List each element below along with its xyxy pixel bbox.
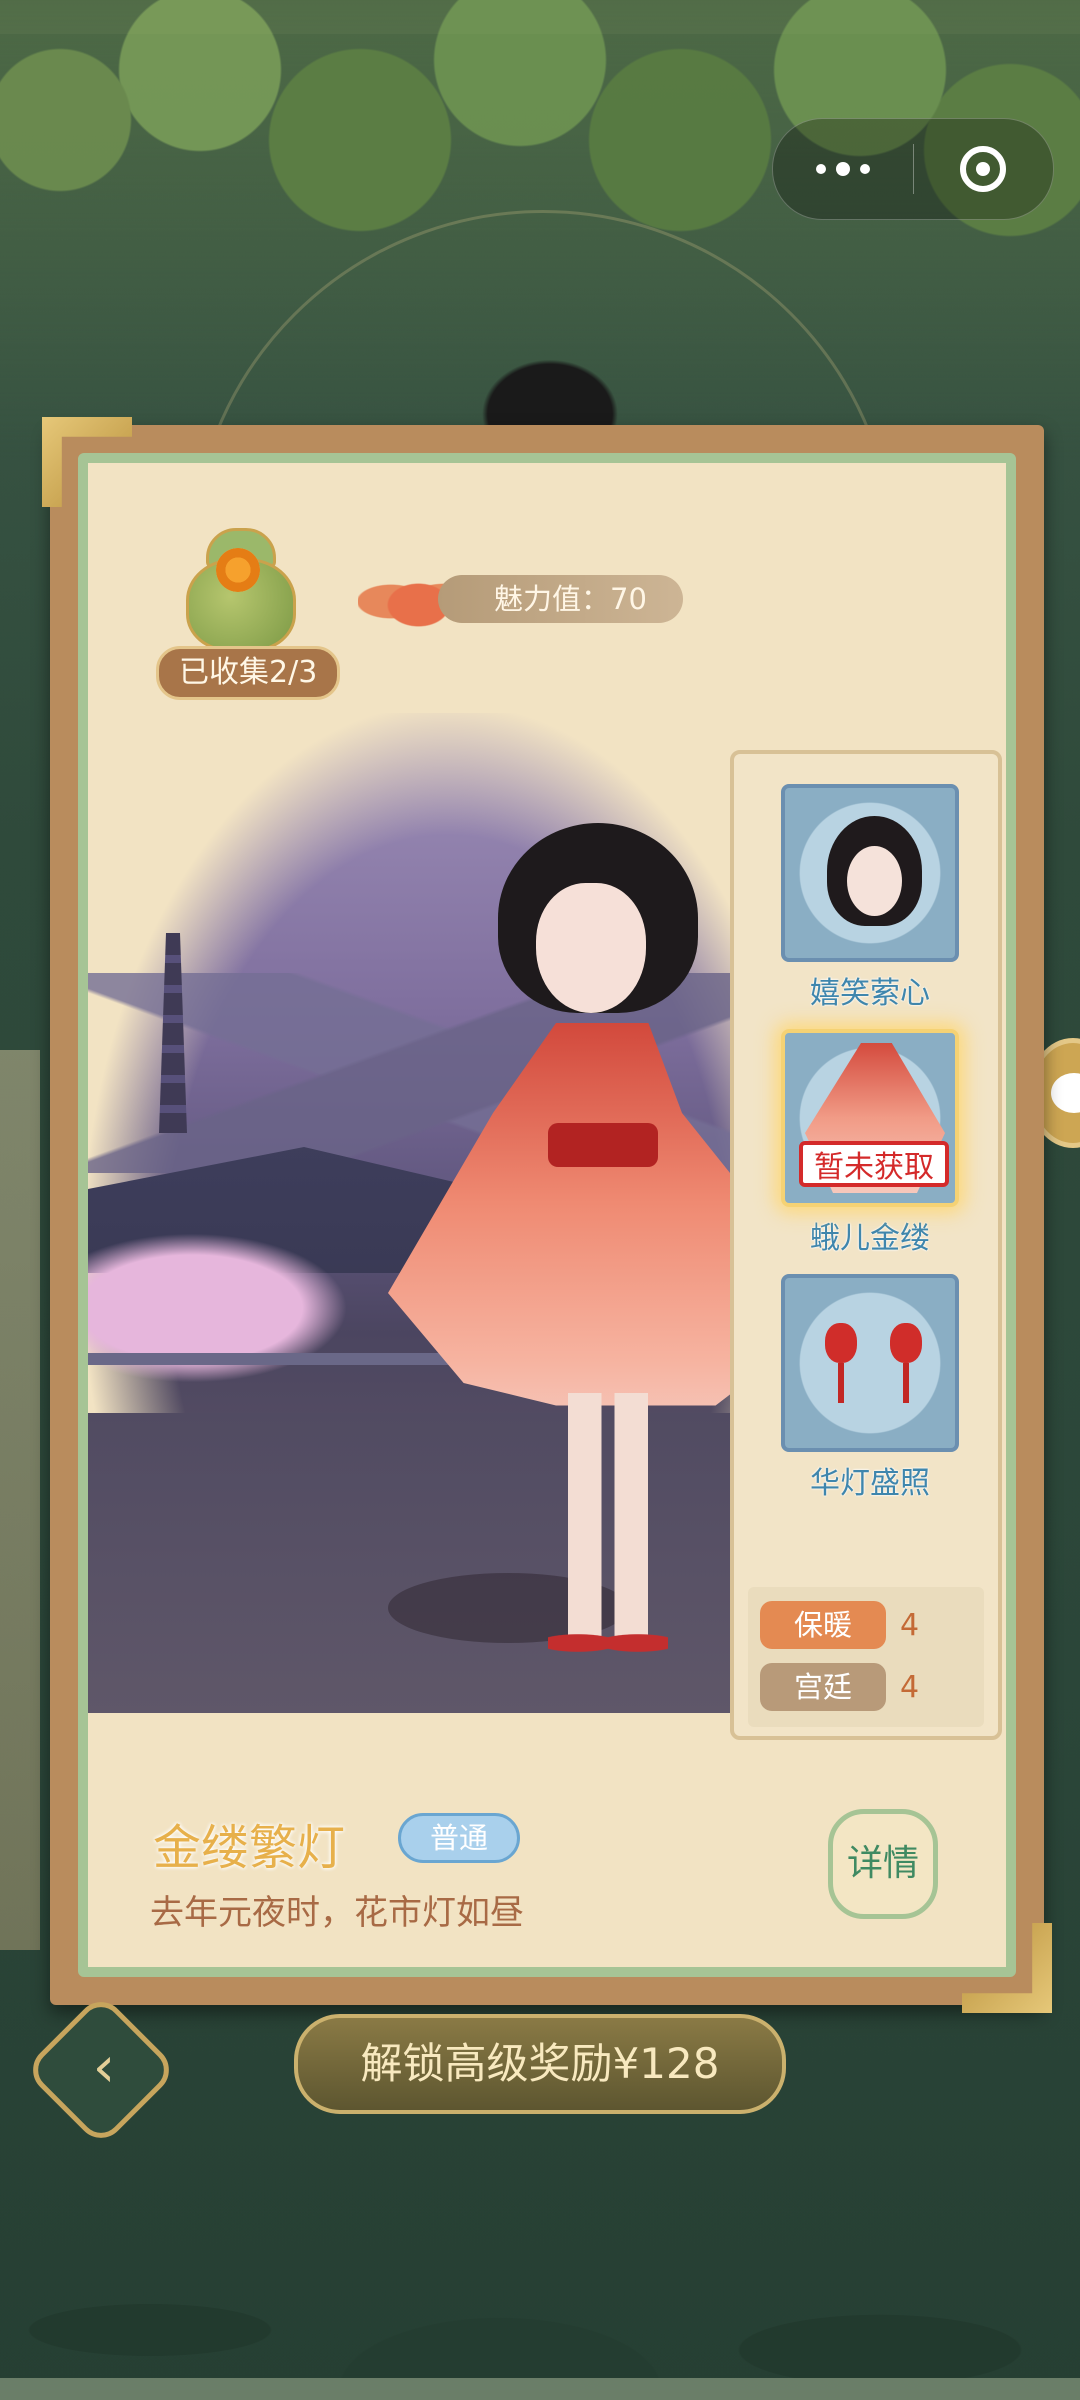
bottom-strip xyxy=(0,2378,1080,2400)
charm-bar: 魅力值：70 xyxy=(358,563,738,633)
attribute-warmth: 保暖 4 xyxy=(760,1601,919,1649)
left-edge-panel xyxy=(0,1050,40,1950)
attribute-value: 4 xyxy=(900,1607,920,1643)
chat-bubble-icon xyxy=(1051,1073,1080,1113)
more-dots-icon xyxy=(815,162,870,176)
item-label: 蛾儿金缕 xyxy=(810,1221,930,1256)
attribute-box: 保暖 4 宫廷 4 xyxy=(748,1587,984,1727)
outfit-book: 已收集2/3 魅力值：70 金缕繁灯 普通 去年元夜时，花市灯如昼 详情 嬉笑萦… xyxy=(42,417,1044,2005)
outfit-description: 去年元夜时，花市灯如昼 xyxy=(150,1893,524,1933)
background-hair-peek xyxy=(470,350,630,430)
charm-value: 70 xyxy=(610,582,647,616)
item-hair[interactable]: 嬉笑萦心 xyxy=(781,784,961,1012)
mini-program-capsule xyxy=(772,118,1054,220)
character-shoes xyxy=(548,1623,668,1663)
unlock-premium-button[interactable]: 解锁高级奖励¥128 xyxy=(294,2014,786,2114)
item-label: 嬉笑萦心 xyxy=(810,976,930,1011)
charm-pill: 魅力值：70 xyxy=(438,575,683,623)
attribute-court: 宫廷 4 xyxy=(760,1663,919,1711)
close-button[interactable] xyxy=(914,119,1054,219)
not-obtained-badge: 暂未获取 xyxy=(799,1141,949,1187)
lantern-earring-icon xyxy=(825,1323,857,1403)
target-circle-icon xyxy=(960,146,1007,192)
details-button[interactable]: 详情 xyxy=(828,1809,938,1919)
item-card[interactable]: 暂未获取 xyxy=(781,1029,959,1207)
hair-accessory-icon xyxy=(827,816,922,926)
charm-label: 魅力值： xyxy=(494,582,611,616)
attribute-value: 4 xyxy=(900,1669,920,1705)
character-sash xyxy=(548,1123,658,1167)
more-button[interactable] xyxy=(773,119,913,219)
character-face xyxy=(536,883,646,1013)
collection-bag-icon[interactable] xyxy=(178,528,298,652)
floor xyxy=(88,1413,808,1713)
item-card[interactable] xyxy=(781,1274,959,1452)
attribute-tag: 宫廷 xyxy=(760,1663,886,1711)
character-legs xyxy=(568,1393,648,1643)
item-earrings[interactable]: 华灯盛照 xyxy=(781,1274,961,1502)
item-dress[interactable]: 暂未获取 蛾儿金缕 xyxy=(781,1029,961,1257)
item-panel: 嬉笑萦心 暂未获取 蛾儿金缕 华灯盛照 保暖 4 宫廷 4 xyxy=(730,750,1002,1740)
rarity-badge: 普通 xyxy=(398,1813,520,1863)
outfit-name: 金缕繁灯 xyxy=(153,1820,346,1876)
attribute-tag: 保暖 xyxy=(760,1601,886,1649)
collected-count: 已收集2/3 xyxy=(156,646,341,700)
bottom-foliage xyxy=(0,2130,1080,2400)
item-label: 华灯盛照 xyxy=(810,1466,930,1501)
item-card[interactable] xyxy=(781,784,959,962)
lantern-earring-icon xyxy=(890,1323,922,1403)
back-arrow-icon: ‹ xyxy=(92,2035,116,2100)
